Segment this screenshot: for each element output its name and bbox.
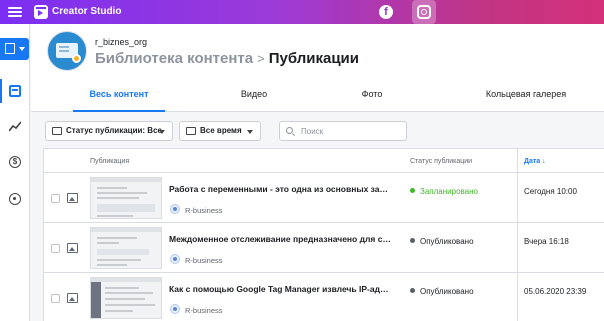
breadcrumb-separator-icon: > [257, 51, 265, 66]
create-post-button[interactable] [0, 38, 29, 60]
status-dot-icon [410, 188, 415, 193]
photo-icon [67, 193, 78, 203]
page-title: Публикации [268, 50, 359, 67]
app-title: Creator Studio [52, 6, 122, 17]
breadcrumb-parent[interactable]: Библиотека контента [95, 50, 253, 67]
post-title[interactable]: Работа с переменными - это одна из основ… [169, 184, 391, 194]
account-avatar [47, 31, 87, 71]
left-nav-rail: $ [0, 24, 30, 321]
nav-insights[interactable] [0, 112, 30, 142]
status-badge: Опубликовано [410, 237, 474, 246]
table-row[interactable]: Междоменное отслеживание предназначено д… [44, 223, 604, 273]
calendar-icon [52, 127, 62, 135]
account-name: r_biznes_org [95, 37, 148, 47]
content-tabs: Весь контент Видео Фото Кольцевая галере… [31, 82, 604, 112]
insights-icon [9, 121, 21, 132]
column-header-date[interactable]: Дата ↓ [524, 158, 546, 165]
post-title[interactable]: Междоменное отслеживание предназначено д… [169, 234, 391, 244]
chevron-down-icon [19, 47, 25, 51]
top-bar: Creator Studio f [0, 0, 604, 24]
tab-photo[interactable]: Фото [349, 82, 395, 112]
content-library-icon [9, 85, 21, 97]
tab-video[interactable]: Видео [231, 82, 277, 112]
status-dot-icon [410, 238, 415, 243]
row-checkbox[interactable] [51, 194, 60, 203]
post-thumbnail[interactable] [90, 277, 162, 319]
post-thumbnail[interactable] [90, 177, 162, 219]
table-row[interactable]: Работа с переменными - это одна из основ… [44, 173, 604, 223]
post-date: Вчера 16:18 [524, 237, 569, 246]
search-icon [286, 127, 293, 134]
table-header: Публикация Статус публикации Дата ↓ [44, 149, 604, 173]
posts-table: Публикация Статус публикации Дата ↓ Рабо… [43, 148, 604, 321]
page-logo-icon [170, 204, 180, 214]
page-name: R-business [185, 206, 223, 215]
post-date: Сегодня 10:00 [524, 187, 577, 196]
nav-monetization[interactable]: $ [0, 147, 30, 177]
photo-icon [67, 243, 78, 253]
post-thumbnail[interactable] [90, 227, 162, 269]
post-date: 05.06.2020 23:39 [524, 287, 587, 296]
hamburger-menu-icon[interactable] [8, 5, 22, 19]
row-checkbox[interactable] [51, 294, 60, 303]
row-checkbox[interactable] [51, 244, 60, 253]
page-name: R-business [185, 306, 223, 315]
settings-icon [9, 193, 21, 205]
search-input[interactable] [279, 121, 407, 141]
column-header-publication[interactable]: Публикация [90, 158, 129, 165]
page-logo-icon [170, 304, 180, 314]
facebook-icon[interactable]: f [379, 5, 393, 19]
page-name: R-business [185, 256, 223, 265]
tab-carousel[interactable]: Кольцевая галерея [471, 82, 581, 112]
tab-all-content[interactable]: Весь контент [73, 82, 165, 112]
photo-icon [67, 293, 78, 303]
page-logo-icon [170, 254, 180, 264]
compose-icon [5, 43, 15, 54]
status-filter-dropdown[interactable]: Статус публикации: Все [45, 121, 173, 141]
nav-content-library[interactable] [0, 76, 30, 106]
status-badge: Запланировано [410, 187, 478, 196]
table-row[interactable]: Как с помощью Google Tag Manager извлечь… [44, 273, 604, 321]
status-badge: Опубликовано [410, 287, 474, 296]
calendar-icon [186, 127, 196, 135]
creator-studio-logo-icon [34, 5, 48, 19]
dollar-icon: $ [9, 156, 21, 168]
nav-settings[interactable] [0, 184, 30, 214]
instagram-icon [417, 5, 431, 19]
chevron-down-icon [247, 130, 253, 134]
post-title[interactable]: Как с помощью Google Tag Manager извлечь… [169, 284, 391, 294]
chevron-down-icon [159, 130, 165, 134]
column-header-status[interactable]: Статус публикации [410, 158, 472, 165]
instagram-tab[interactable] [412, 0, 436, 24]
page-header: r_biznes_org Библиотека контента > Публика… [31, 24, 604, 112]
filter-bar: Статус публикации: Все Все время [31, 112, 604, 148]
time-filter-dropdown[interactable]: Все время [179, 121, 261, 141]
breadcrumb: Библиотека контента > Публикации [95, 50, 359, 67]
status-dot-icon [410, 288, 415, 293]
